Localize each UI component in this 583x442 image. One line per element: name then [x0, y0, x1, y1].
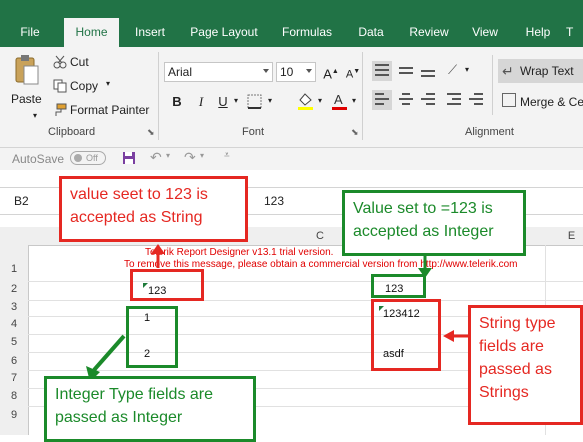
callout-integer-fields: Integer Type fields are passed as Intege…: [44, 376, 256, 442]
callout-integer-value: Value set to =123 is accepted as Integer: [342, 190, 526, 256]
callout-string-fields: String type fields are passed as Strings: [468, 305, 583, 425]
callout-string-value: value seet to 123 is accepted as String: [59, 176, 248, 242]
